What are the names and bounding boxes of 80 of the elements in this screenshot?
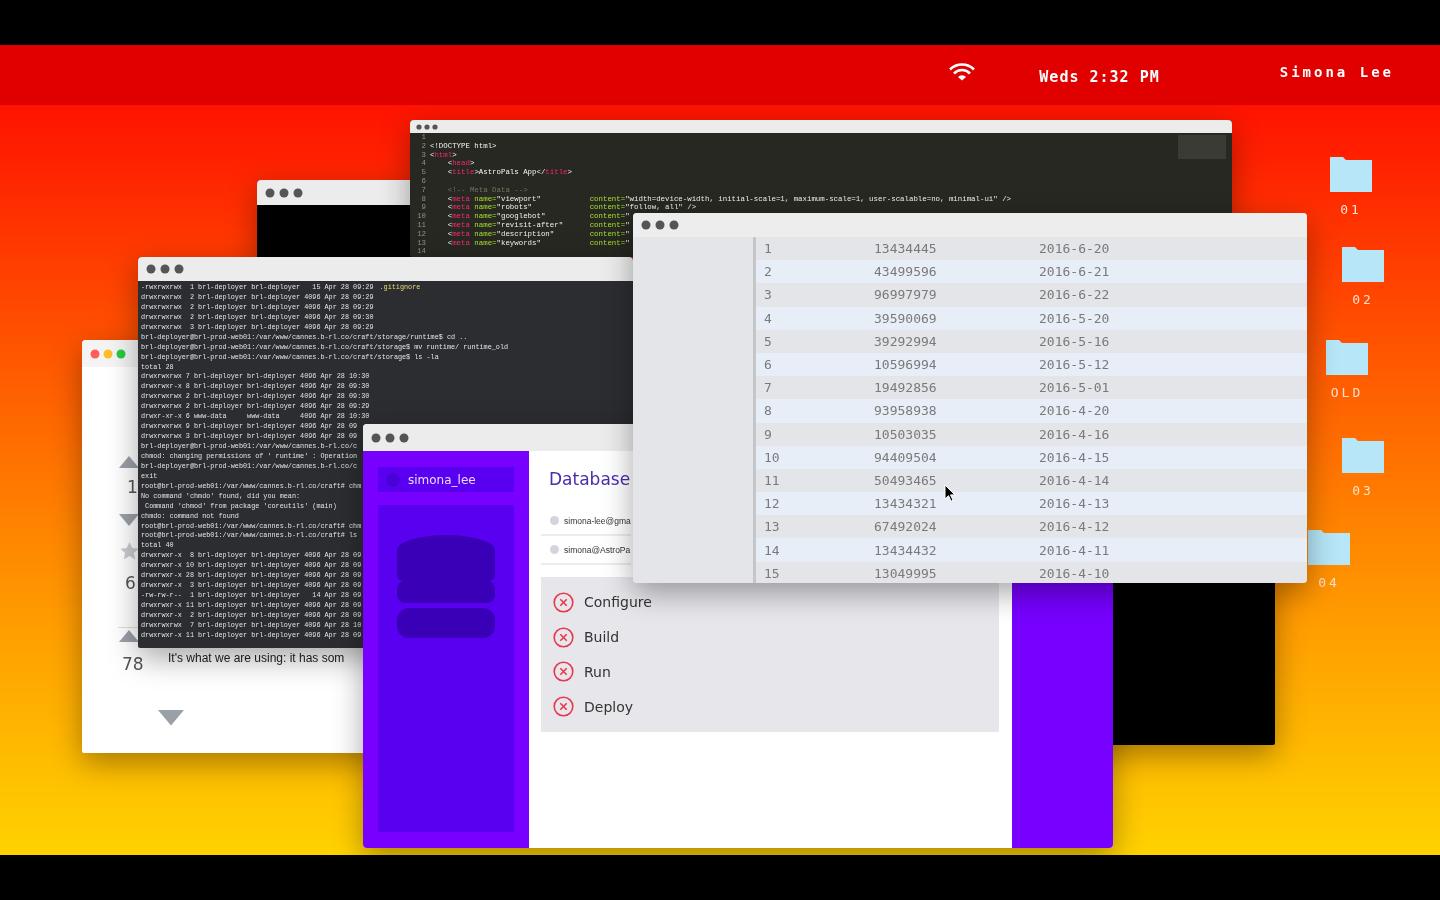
table-cell-text: 39292994	[874, 333, 938, 349]
window-dots-icon[interactable]	[146, 264, 184, 274]
table-cell-text: 13434445	[874, 241, 938, 257]
star-icon[interactable]	[120, 542, 139, 560]
table-cell-text: 13434321	[874, 496, 938, 512]
traffic-lights-icon[interactable]	[90, 348, 126, 359]
table-cell: 2016-4-20	[1039, 403, 1110, 419]
wifi-icon[interactable]	[949, 63, 976, 81]
step-label: Deploy	[584, 698, 634, 715]
table-cell: 2016-5-01	[1039, 380, 1110, 396]
table-cell-text: 12	[763, 496, 781, 512]
table-cell: 2016-4-14	[1039, 472, 1110, 488]
page-title: Database	[549, 469, 631, 489]
table-cell-text: 93958938	[874, 403, 938, 419]
table-cell-text: 13049995	[874, 565, 938, 581]
table-cell-text: 13434432	[874, 542, 938, 558]
user-chip[interactable]: simona_lee	[378, 467, 514, 492]
table-cell: 2016-4-10	[1039, 565, 1110, 581]
table-cell-text: 14	[763, 542, 781, 558]
table-cell-text: 96997979	[874, 287, 938, 303]
table-cell-text: 43499596	[874, 264, 938, 280]
window-dots-icon[interactable]	[265, 187, 303, 198]
table-cell: 2016-5-20	[1039, 310, 1110, 326]
folder-label[interactable]: 04	[1318, 575, 1340, 590]
cursor-icon	[944, 484, 956, 502]
window-dots-icon[interactable]	[416, 123, 438, 130]
folder-label[interactable]: 01	[1340, 202, 1362, 217]
step-label: Configure	[584, 594, 652, 611]
folder-label[interactable]: 02	[1352, 292, 1374, 307]
table-cell-text: 3	[763, 287, 773, 303]
table-cell-text: 19492856	[874, 380, 938, 396]
table-cell-text: 5	[763, 333, 773, 349]
folder-icon[interactable]	[1330, 157, 1372, 192]
step-label: Run	[584, 663, 611, 680]
table-cell-text: 11	[763, 472, 781, 488]
folder-icon[interactable]	[1342, 247, 1384, 282]
user-name[interactable]: Simona Lee	[1279, 64, 1394, 80]
table-cell: 2016-6-22	[1039, 287, 1110, 303]
table-cell-text: 2	[763, 264, 773, 280]
table-cell-text: 39590069	[874, 310, 938, 326]
table-cell-text: 9	[763, 426, 773, 442]
table-cell-text: 94409504	[874, 449, 938, 465]
window-dots-icon[interactable]	[371, 432, 409, 443]
table-cell: 2016-4-11	[1039, 542, 1110, 558]
downvote-icon[interactable]	[119, 514, 139, 526]
window-dots-icon[interactable]	[641, 220, 679, 230]
table-cell-text: 10596994	[874, 357, 938, 373]
table-cell: 2016-4-16	[1039, 426, 1110, 442]
table-cell-text: 67492024	[874, 519, 938, 535]
table-cell: 2016-6-20	[1039, 241, 1110, 257]
table-cell-text: 10503035	[874, 426, 938, 442]
table-cell-text: 10	[763, 449, 781, 465]
email-row[interactable]: simona@AstroPa	[541, 536, 631, 565]
database-icon	[396, 535, 496, 638]
table-cell-text: 8	[763, 403, 773, 419]
clock: Weds 2:32 PM	[1039, 68, 1160, 86]
table-cell: 2016-5-12	[1039, 357, 1110, 373]
vote-count: 78	[122, 654, 144, 674]
table-cell-text: 13	[763, 519, 781, 535]
table-cell: 2016-6-21	[1039, 264, 1110, 280]
table-cell-text: 6	[763, 357, 773, 373]
table-cell: 2016-5-16	[1039, 333, 1110, 349]
table-cell-text: 15	[763, 565, 781, 581]
table-cell-text: 7	[763, 380, 773, 396]
table-cell: 2016-4-12	[1039, 519, 1110, 535]
upvote-icon[interactable]	[119, 456, 139, 468]
vote-count: 1	[127, 477, 138, 497]
table-cell: 2016-4-13	[1039, 496, 1110, 512]
table-cell-text: 50493465	[874, 472, 938, 488]
answer-text: It's what we are using: it has som	[168, 651, 345, 665]
folder-label[interactable]: 03	[1352, 483, 1374, 498]
upvote-icon[interactable]	[119, 630, 139, 642]
step-label: Build	[584, 629, 620, 646]
email-row[interactable]: simona-lee@gma	[541, 507, 631, 536]
table-cell-text: 1	[763, 241, 773, 257]
folder-label[interactable]: OLD	[1330, 385, 1364, 400]
avatar-icon	[386, 472, 400, 487]
table-cell: 2016-4-15	[1039, 449, 1110, 465]
favorite-count: 6	[125, 573, 136, 593]
table-cell-text: 4	[763, 310, 773, 326]
